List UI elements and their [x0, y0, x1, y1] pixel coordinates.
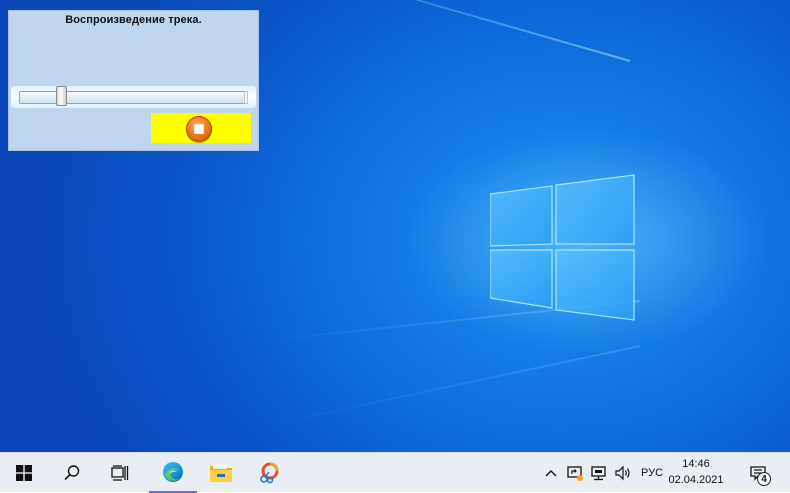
file-explorer-icon [210, 464, 232, 482]
tray-volume[interactable] [612, 453, 634, 493]
slider-end-cap [244, 91, 248, 104]
tray-screen-share[interactable] [564, 453, 586, 493]
search-button[interactable] [48, 453, 96, 493]
taskbar: РУС 14:46 02.04.2021 4 [0, 452, 790, 493]
app-icon [260, 462, 279, 484]
slider-thumb[interactable] [55, 86, 67, 106]
screen-share-icon [567, 466, 583, 481]
show-hidden-icons-button[interactable] [540, 453, 562, 493]
clock-time: 14:46 [682, 458, 710, 470]
track-player-window: Воспроизведение трека. [8, 10, 259, 151]
start-button[interactable] [0, 453, 48, 493]
taskbar-app-file-explorer[interactable] [197, 453, 245, 493]
stop-icon [194, 124, 204, 134]
clock-date: 02.04.2021 [668, 474, 724, 486]
stop-circle-icon [186, 116, 212, 142]
task-view-button[interactable] [96, 453, 144, 493]
tray-network[interactable] [588, 453, 610, 493]
light-ray [268, 345, 641, 426]
windows-wallpaper-logo [490, 174, 635, 321]
network-icon [591, 466, 606, 481]
task-view-icon [111, 465, 129, 481]
taskbar-app-pinned[interactable] [245, 453, 293, 493]
light-ray [245, 0, 631, 62]
player-title: Воспроизведение трека. [65, 14, 202, 26]
notification-count-badge: 4 [757, 472, 771, 486]
chevron-up-icon [545, 470, 557, 477]
taskbar-app-edge[interactable] [149, 453, 197, 493]
action-center-button[interactable] [738, 453, 778, 493]
desktop-background: Воспроизведение трека. [0, 0, 790, 452]
slider-track [19, 91, 247, 104]
language-indicator[interactable]: РУС [637, 453, 667, 493]
search-icon [64, 465, 80, 481]
volume-icon [615, 465, 630, 481]
progress-slider[interactable] [11, 86, 256, 108]
clock[interactable]: 14:46 02.04.2021 [668, 456, 724, 488]
stop-button[interactable] [151, 113, 251, 143]
windows-logo-icon [16, 465, 32, 481]
edge-icon [163, 462, 183, 482]
